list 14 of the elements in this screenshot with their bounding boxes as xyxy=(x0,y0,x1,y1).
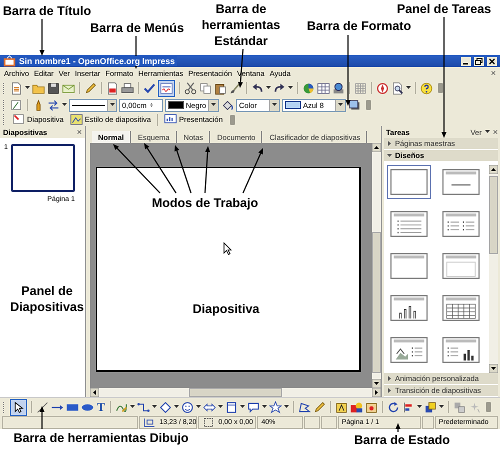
close-button[interactable]: × xyxy=(76,127,82,137)
callout-label: Diapositiva xyxy=(192,301,260,317)
close-button[interactable]: × xyxy=(490,68,496,78)
text-tool[interactable]: T xyxy=(96,400,106,414)
callout-label: Barra de Estado xyxy=(353,432,451,448)
callout-label: Barra de Formato xyxy=(306,18,412,34)
callout-label: Panel de Tareas xyxy=(396,1,492,17)
callout-label: Barra de Título xyxy=(2,3,92,19)
callout-label: Panel de Diapositivas xyxy=(9,283,85,315)
callout-label: Modos de Trabajo xyxy=(150,195,260,211)
close-button[interactable]: × xyxy=(492,127,498,137)
callout-label: Barra de Menús xyxy=(89,20,185,36)
window-title: Sin nombre1 - OpenOffice.org Impress xyxy=(19,56,177,66)
callout-label: Barra de herramientas Dibujo xyxy=(12,430,190,446)
